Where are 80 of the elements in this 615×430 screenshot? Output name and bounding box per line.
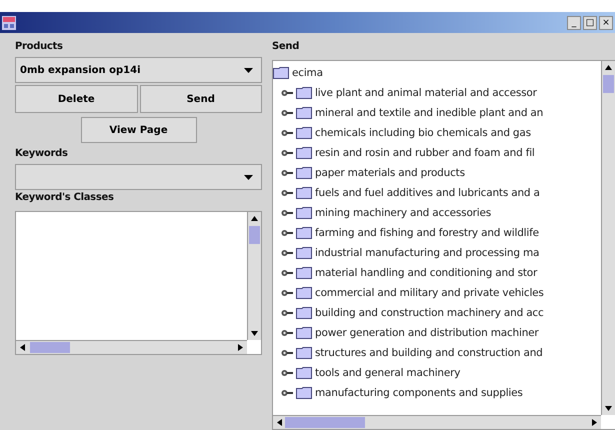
tree-item[interactable]: power generation and distribution machiner (315, 327, 539, 339)
send-button[interactable]: Send (140, 85, 262, 113)
horizontal-scrollbar[interactable] (16, 340, 247, 354)
window-button[interactable]: × (599, 16, 613, 30)
app-icon (2, 16, 16, 30)
scroll-up-arrow-icon[interactable] (251, 216, 258, 221)
vertical-scrollbar[interactable] (247, 212, 261, 340)
tree-item[interactable]: farming and fishing and forestry and wildlife (315, 227, 539, 239)
tree-item[interactable]: mining machinery and accessories (315, 207, 492, 219)
tree-item[interactable]: manufacturing components and supplies (315, 387, 523, 399)
expand-handle-icon[interactable] (281, 289, 293, 297)
products-label: Products (15, 41, 64, 54)
scroll-down-arrow-icon[interactable] (251, 331, 258, 336)
tree-item[interactable]: structures and building and construction and (315, 347, 543, 359)
expand-handle-icon[interactable] (281, 389, 293, 397)
tree-item[interactable]: paper materials and products (315, 167, 465, 179)
scroll-thumb[interactable] (249, 226, 260, 244)
expand-handle-icon[interactable] (281, 229, 293, 237)
folder-icon (296, 187, 312, 199)
tree-item[interactable]: material handling and conditioning and stor (315, 267, 538, 279)
classes-label: Keyword's Classes (15, 192, 115, 205)
folder-icon (296, 347, 312, 359)
scroll-up-arrow-icon[interactable] (605, 65, 612, 70)
expand-handle-icon[interactable] (281, 269, 293, 277)
folder-icon (296, 167, 312, 179)
folder-icon (296, 107, 312, 119)
scroll-thumb[interactable] (603, 75, 614, 93)
tree-item[interactable]: resin and rosin and rubber and foam and fil (315, 147, 535, 159)
scroll-down-arrow-icon[interactable] (605, 406, 612, 411)
folder-icon (273, 67, 289, 79)
dropdown-arrow-icon (244, 68, 253, 72)
expand-handle-icon[interactable] (281, 349, 293, 357)
folder-icon (296, 207, 312, 219)
horizontal-scrollbar[interactable] (273, 415, 601, 429)
folder-icon (296, 87, 312, 99)
send-label: Send (272, 41, 300, 54)
dropdown-arrow-icon (244, 174, 253, 180)
folder-icon (296, 227, 312, 239)
expand-handle-icon[interactable] (281, 129, 293, 137)
delete-button[interactable]: Delete (15, 85, 138, 113)
tree-item[interactable]: chemicals including bio chemicals and gas (315, 127, 531, 139)
keywords-label: Keywords (15, 148, 69, 161)
expand-handle-icon[interactable] (281, 109, 293, 117)
scroll-thumb[interactable] (285, 417, 365, 428)
tree-item[interactable]: live plant and animal material and accessor (315, 87, 537, 99)
folder-icon (296, 287, 312, 299)
products-dropdown[interactable]: 0mb expansion op14i (15, 57, 262, 83)
tree-item[interactable]: mineral and textile and inedible plant and an (315, 107, 544, 119)
expand-handle-icon[interactable] (281, 249, 293, 257)
folder-icon (296, 127, 312, 139)
folder-icon (296, 367, 312, 379)
folder-icon (296, 307, 312, 319)
scroll-left-arrow-icon[interactable] (20, 344, 25, 351)
expand-handle-icon[interactable] (281, 149, 293, 157)
scroll-left-arrow-icon[interactable] (277, 419, 282, 426)
folder-icon (296, 247, 312, 259)
tree-item[interactable]: commercial and military and private vehicles (315, 287, 544, 299)
scroll-thumb[interactable] (30, 342, 70, 353)
expand-handle-icon[interactable] (281, 369, 293, 377)
folder-icon (296, 327, 312, 339)
window-button[interactable]: □ (583, 16, 597, 30)
tree-item[interactable]: fuels and fuel additives and lubricants and a (315, 187, 540, 199)
scroll-right-arrow-icon[interactable] (238, 344, 243, 351)
folder-icon (296, 387, 312, 399)
scroll-right-arrow-icon[interactable] (592, 419, 597, 426)
folder-icon (296, 147, 312, 159)
expand-handle-icon[interactable] (281, 189, 293, 197)
expand-handle-icon[interactable] (281, 209, 293, 217)
tree-item[interactable]: tools and general machinery (315, 367, 460, 379)
folder-icon (296, 267, 312, 279)
tree-item[interactable]: industrial manufacturing and processing ma (315, 247, 540, 259)
vertical-scrollbar[interactable] (601, 61, 615, 415)
expand-handle-icon[interactable] (281, 169, 293, 177)
expand-handle-icon[interactable] (281, 329, 293, 337)
expand-handle-icon[interactable] (281, 309, 293, 317)
tree-item[interactable]: ecima (292, 67, 323, 79)
window-button[interactable]: _ (567, 16, 581, 30)
expand-handle-icon[interactable] (281, 89, 293, 97)
tree-item[interactable]: building and construction machinery and acc (315, 307, 544, 319)
view-page-button[interactable]: View Page (80, 117, 196, 143)
